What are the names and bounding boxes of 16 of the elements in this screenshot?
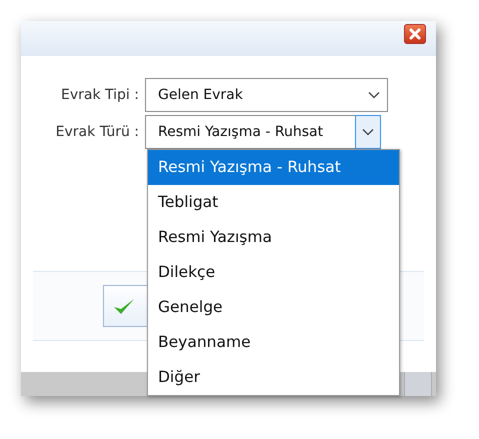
field-label: Evrak Tipi : bbox=[60, 87, 140, 103]
check-icon bbox=[112, 296, 136, 316]
close-icon bbox=[408, 27, 422, 41]
dropdown-option[interactable]: Resmi Yazışma bbox=[148, 220, 399, 255]
combo-value: Gelen Evrak bbox=[157, 87, 244, 103]
dropdown-option[interactable]: Beyanname bbox=[148, 325, 399, 360]
combo-value: Resmi Yazışma - Ruhsat bbox=[157, 124, 324, 140]
combo-box[interactable]: Gelen Evrak bbox=[145, 78, 388, 112]
field-label: Evrak Türü : bbox=[54, 124, 140, 140]
close-button[interactable] bbox=[404, 24, 426, 44]
dropdown-option[interactable]: Tebligat bbox=[148, 185, 399, 220]
dropdown-option[interactable]: Diğer bbox=[148, 360, 399, 395]
dropdown-option[interactable]: Genelge bbox=[148, 290, 399, 325]
dropdown-option[interactable]: Resmi Yazışma - Ruhsat bbox=[148, 150, 399, 185]
dropdown-option[interactable]: Dilekçe bbox=[148, 255, 399, 290]
combo-box[interactable]: Resmi Yazışma - Ruhsat bbox=[145, 115, 381, 149]
